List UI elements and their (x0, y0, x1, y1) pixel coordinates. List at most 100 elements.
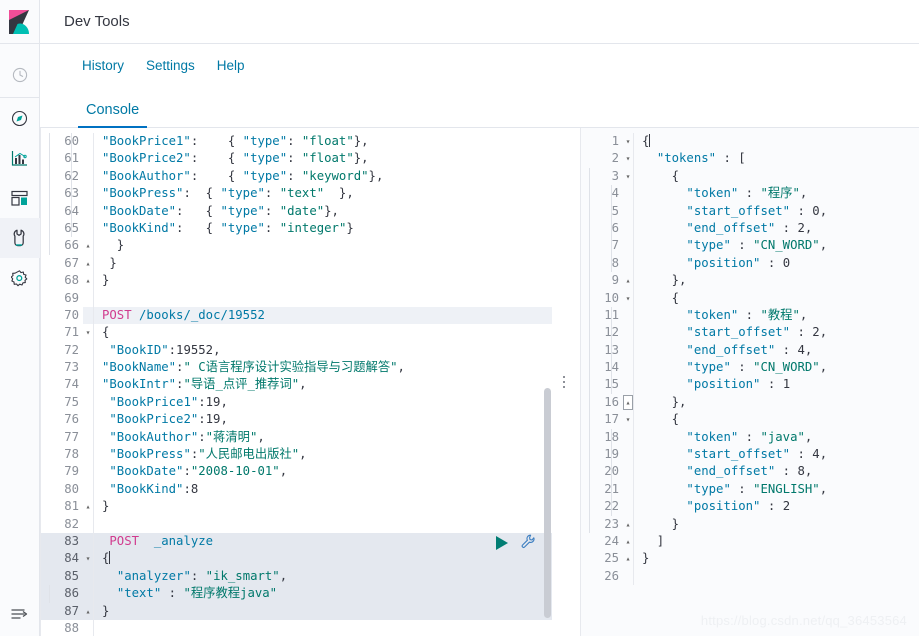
code-line[interactable]: 84 ▾ { (41, 550, 552, 568)
fold-toggle-icon[interactable]: ▴ (83, 237, 93, 254)
code-line[interactable]: 15 "position" : 1 (581, 376, 919, 394)
code-line[interactable]: 88 (41, 619, 552, 636)
nav-link-help[interactable]: Help (217, 58, 245, 73)
fold-toggle-icon[interactable]: ▴ (623, 272, 633, 289)
code-line[interactable]: 13 "end_offset" : 4, (581, 341, 919, 360)
code-line[interactable]: 67 ▴ } (41, 254, 552, 273)
sidebar-item-discover[interactable] (0, 98, 40, 138)
fold-toggle-icon[interactable]: ▾ (623, 411, 633, 428)
sidebar-item-visualize[interactable] (0, 138, 40, 178)
run-request-button[interactable] (496, 535, 508, 550)
line-number: 10 (581, 289, 623, 307)
code-line[interactable]: 1 ▾ { (581, 133, 919, 151)
code-line[interactable]: 82 (41, 515, 552, 533)
code-line[interactable]: 60 "BookPrice1": { "type": "float"}, (41, 133, 552, 151)
fold-toggle-icon[interactable]: ▴ (623, 394, 633, 410)
fold-toggle-icon[interactable]: ▾ (83, 324, 93, 341)
code-line[interactable]: 80 "BookKind":8 (41, 480, 552, 499)
code-line[interactable]: 61 "BookPrice2": { "type": "float"}, (41, 150, 552, 168)
indent-guide (611, 324, 612, 342)
code-line[interactable]: 11 "token" : "教程", (581, 306, 919, 325)
code-line[interactable]: 64 "BookDate": { "type": "date"}, (41, 202, 552, 220)
sidebar-item-dev-tools[interactable] (0, 218, 40, 258)
fold-toggle-icon[interactable]: ▴ (623, 533, 633, 550)
fold-toggle-icon[interactable]: ▴ (83, 255, 93, 272)
code-line[interactable]: 73 "BookName":" C语言程序设计实验指导与习题解答", (41, 359, 552, 377)
code-line[interactable]: 25 ▴} (581, 550, 919, 568)
code-line[interactable]: 74 "BookIntr":"导语_点评_推荐词", (41, 376, 552, 394)
fold-toggle-icon[interactable]: ▾ (83, 550, 93, 567)
code-line[interactable]: 17 ▾ { (581, 411, 919, 429)
sidebar-item-dashboard[interactable] (0, 178, 40, 218)
code-line[interactable]: 79 "BookDate":"2008-10-01", (41, 463, 552, 481)
code-line[interactable]: 5 "start_offset" : 0, (581, 202, 919, 220)
code-line[interactable]: 8 "position" : 0 (581, 254, 919, 273)
code-line[interactable]: 4 "token" : "程序", (581, 185, 919, 203)
code-line[interactable]: 81 ▴} (41, 498, 552, 516)
code-line[interactable]: 18 "token" : "java", (581, 428, 919, 447)
code-line[interactable]: 85 "analyzer": "ik_smart", (41, 567, 552, 586)
code-text: "start_offset" : 2, (634, 324, 919, 341)
code-line[interactable]: 20 "end_offset" : 8, (581, 463, 919, 481)
editor-scroll-thumb[interactable] (544, 388, 551, 618)
fold-toggle-icon[interactable]: ▴ (623, 550, 633, 567)
fold-toggle-icon[interactable]: ▾ (623, 168, 633, 185)
fold-toggle-icon[interactable]: ▴ (83, 603, 93, 620)
request-editor-pane[interactable]: 60 "BookPrice1": { "type": "float"}, 61 "Bo… (40, 128, 552, 636)
code-line[interactable]: 66 ▴ } (41, 237, 552, 255)
code-line[interactable]: 16 ▴ }, (581, 393, 919, 412)
code-line[interactable]: 83 POST _analyze (41, 532, 552, 551)
pane-splitter[interactable] (552, 128, 580, 636)
code-line[interactable]: 12 "start_offset" : 2, (581, 324, 919, 342)
code-line[interactable]: 7 "type" : "CN_WORD", (581, 237, 919, 255)
code-token: , (257, 429, 265, 444)
kibana-logo[interactable] (0, 0, 40, 44)
fold-toggle-icon[interactable]: ▾ (623, 290, 633, 307)
code-line[interactable]: 63 "BookPress": { "type": "text" }, (41, 185, 552, 203)
fold-toggle-icon[interactable]: ▾ (623, 133, 633, 150)
code-line[interactable]: 72 "BookID":19552, (41, 341, 552, 360)
rail-collapse-button[interactable] (0, 592, 40, 636)
line-number: 17 (581, 411, 623, 429)
code-line[interactable]: 69 (41, 289, 552, 307)
code-text: } (94, 603, 552, 620)
code-line[interactable]: 62 "BookAuthor": { "type": "keyword"}, (41, 167, 552, 186)
code-line[interactable]: 86 "text" : "程序教程java" (41, 585, 552, 603)
code-line[interactable]: 77 "BookAuthor":"蒋清明", (41, 428, 552, 447)
code-line[interactable]: 75 "BookPrice1":19, (41, 393, 552, 412)
code-line[interactable]: 23 ▴ } (581, 515, 919, 533)
nav-link-settings[interactable]: Settings (146, 58, 195, 73)
code-line[interactable]: 3 ▾ { (581, 167, 919, 186)
code-line[interactable]: 76 "BookPrice2":19, (41, 411, 552, 429)
code-line[interactable]: 78 "BookPress":"人民邮电出版社", (41, 446, 552, 464)
code-text: "analyzer": "ik_smart", (94, 568, 552, 585)
code-line[interactable]: 6 "end_offset" : 2, (581, 219, 919, 238)
fold-toggle-icon[interactable]: ▴ (83, 498, 93, 515)
fold-toggle-icon[interactable]: ▴ (83, 272, 93, 289)
code-line[interactable]: 26 (581, 567, 919, 586)
code-line[interactable]: 14 "type" : "CN_WORD", (581, 359, 919, 377)
code-line[interactable]: 9 ▴ }, (581, 272, 919, 290)
code-line[interactable]: 24 ▴ ] (581, 532, 919, 551)
code-line[interactable]: 19 "start_offset" : 4, (581, 446, 919, 464)
sidebar-item-recently-viewed[interactable] (0, 52, 40, 98)
fold-toggle-icon[interactable]: ▾ (623, 150, 633, 167)
code-line[interactable]: 71 ▾ { (41, 324, 552, 342)
request-editor[interactable]: 60 "BookPrice1": { "type": "float"}, 61 "Bo… (41, 128, 552, 636)
code-line[interactable]: 2 ▾ "tokens" : [ (581, 150, 919, 168)
nav-link-history[interactable]: History (82, 58, 124, 73)
code-line[interactable]: 10 ▾ { (581, 289, 919, 307)
code-token: : (730, 481, 754, 496)
code-line[interactable]: 65 "BookKind": { "type": "integer"} (41, 219, 552, 238)
code-line[interactable]: 87 ▴} (41, 602, 552, 620)
code-line[interactable]: 21 "type" : "ENGLISH", (581, 480, 919, 499)
code-line[interactable]: 70 POST /books/_doc/19552 (41, 306, 552, 325)
sidebar-item-management[interactable] (0, 258, 40, 298)
editor-scrollbar[interactable] (543, 128, 552, 636)
code-line[interactable]: 68 ▴} (41, 272, 552, 290)
response-output-pane[interactable]: 1 ▾{2 ▾ "tokens" : [3 ▾ {4 "token" : "程序", 5… (580, 128, 919, 636)
tab-console[interactable]: Console (77, 102, 148, 128)
code-text: POST _analyze (94, 533, 552, 550)
fold-toggle-icon[interactable]: ▴ (623, 516, 633, 533)
code-line[interactable]: 22 "position" : 2 (581, 498, 919, 516)
